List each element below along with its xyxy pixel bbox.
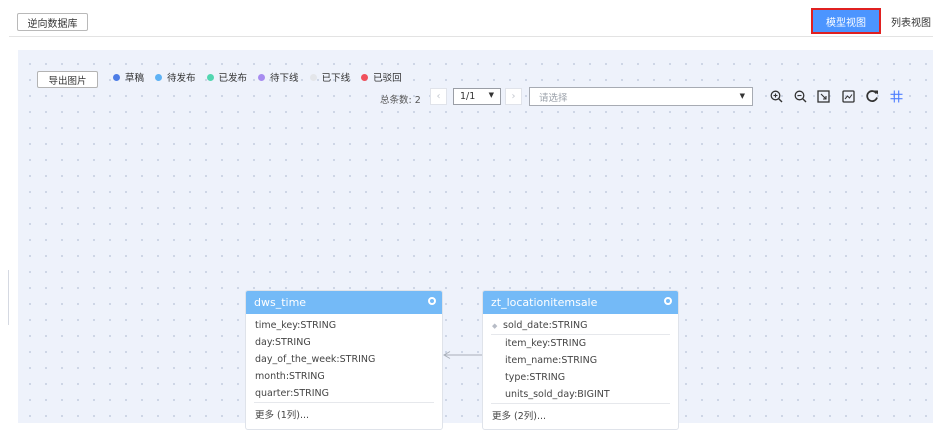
field-divider (254, 402, 434, 403)
reverse-database-button[interactable]: 逆向数据库 (17, 13, 88, 31)
export-image-button[interactable]: 导出图片 (37, 71, 98, 88)
key-field-item: ◆ sold_date:STRING (483, 317, 678, 334)
model-canvas[interactable] (18, 50, 933, 423)
total-count: 总条数: 2 (380, 95, 421, 106)
field-item: item_key:STRING (505, 338, 587, 349)
key-field-label: sold_date:STRING (503, 320, 588, 331)
legend-label: 已驳回 (373, 73, 402, 84)
toolbar-divider (9, 36, 933, 37)
legend-dot (361, 73, 369, 81)
entity-header: zt_locationitemsale (483, 291, 678, 314)
status-legend: 草稿 待发布 已发布 待下线 已下线 已驳回 (113, 70, 413, 84)
legend-dot (258, 73, 266, 81)
entity-name: dws_time (254, 296, 307, 309)
field-item: day_of_the_week:STRING (255, 354, 376, 365)
export-image-icon (841, 89, 855, 103)
export-image-tool-button[interactable] (840, 88, 856, 104)
legend-label: 已下线 (321, 73, 351, 84)
list-view-button[interactable]: 列表视图 (881, 10, 933, 32)
top-toolbar: 逆向数据库 模型视图 列表视图 (0, 0, 933, 38)
prev-page-button[interactable]: ‹ (430, 88, 447, 105)
field-item: time_key:STRING (255, 320, 337, 331)
status-circle-icon (428, 297, 436, 305)
field-divider (491, 403, 670, 404)
caret-down-icon: ▼ (739, 92, 745, 100)
grid-icon (890, 90, 902, 102)
status-circle-icon (664, 297, 672, 305)
legend-label: 已发布 (218, 73, 248, 84)
legend-item-rejected: 已驳回 (361, 70, 402, 84)
field-item: quarter:STRING (255, 388, 329, 399)
legend-item-offline: 已下线 (309, 70, 351, 84)
chevron-right-icon: › (511, 91, 516, 102)
zoom-out-button[interactable] (792, 88, 808, 104)
caret-down-icon: ▼ (488, 91, 494, 99)
page-select[interactable]: 1/1 ▼ (453, 88, 501, 105)
model-view-button[interactable]: 模型视图 (811, 8, 881, 34)
entity-card-dws-time[interactable]: dws_time time_key:STRING day:STRING day_… (245, 290, 443, 430)
legend-dot (155, 73, 163, 81)
fit-screen-button[interactable] (815, 88, 831, 104)
field-item: day:STRING (255, 337, 311, 348)
entity-card-zt-locationitemsale[interactable]: zt_locationitemsale ◆ sold_date:STRING i… (482, 290, 679, 430)
panel-edge (8, 270, 9, 325)
entity-select[interactable]: 请选择 ▼ (529, 87, 753, 106)
legend-dot (309, 73, 317, 81)
field-item: type:STRING (505, 372, 566, 383)
legend-dot (206, 73, 214, 81)
legend-item-pending-publish: 待发布 (155, 70, 196, 84)
entity-name: zt_locationitemsale (491, 296, 598, 309)
field-item: month:STRING (255, 371, 325, 382)
fit-screen-icon (816, 89, 830, 103)
legend-item-published: 已发布 (206, 70, 248, 84)
legend-label: 待发布 (167, 73, 196, 84)
legend-item-pending-offline: 待下线 (258, 70, 299, 84)
field-item: item_name:STRING (505, 355, 598, 366)
legend-label: 待下线 (270, 73, 299, 84)
entity-select-placeholder: 请选择 (539, 92, 568, 104)
zoom-in-button[interactable] (768, 88, 784, 104)
legend-dot (113, 73, 120, 81)
zoom-in-icon (770, 90, 782, 102)
legend-item-draft: 草稿 (113, 70, 144, 84)
page-value: 1/1 (460, 91, 476, 102)
legend-label: 草稿 (125, 73, 145, 84)
key-diamond-icon: ◆ (492, 321, 498, 330)
relation-arrow (443, 351, 482, 359)
more-columns-link[interactable]: 更多 (1列)... (246, 407, 442, 421)
refresh-button[interactable] (864, 88, 880, 104)
next-page-button[interactable]: › (505, 88, 522, 105)
view-toggle: 模型视图 列表视图 (811, 8, 933, 34)
zoom-out-icon (794, 90, 806, 102)
field-item: units_sold_day:BIGINT (505, 389, 610, 400)
grid-toggle-button[interactable] (888, 88, 904, 104)
entity-header: dws_time (246, 291, 442, 314)
refresh-icon (866, 90, 878, 102)
chevron-left-icon: ‹ (436, 91, 441, 102)
more-columns-link[interactable]: 更多 (2列)... (483, 408, 678, 422)
